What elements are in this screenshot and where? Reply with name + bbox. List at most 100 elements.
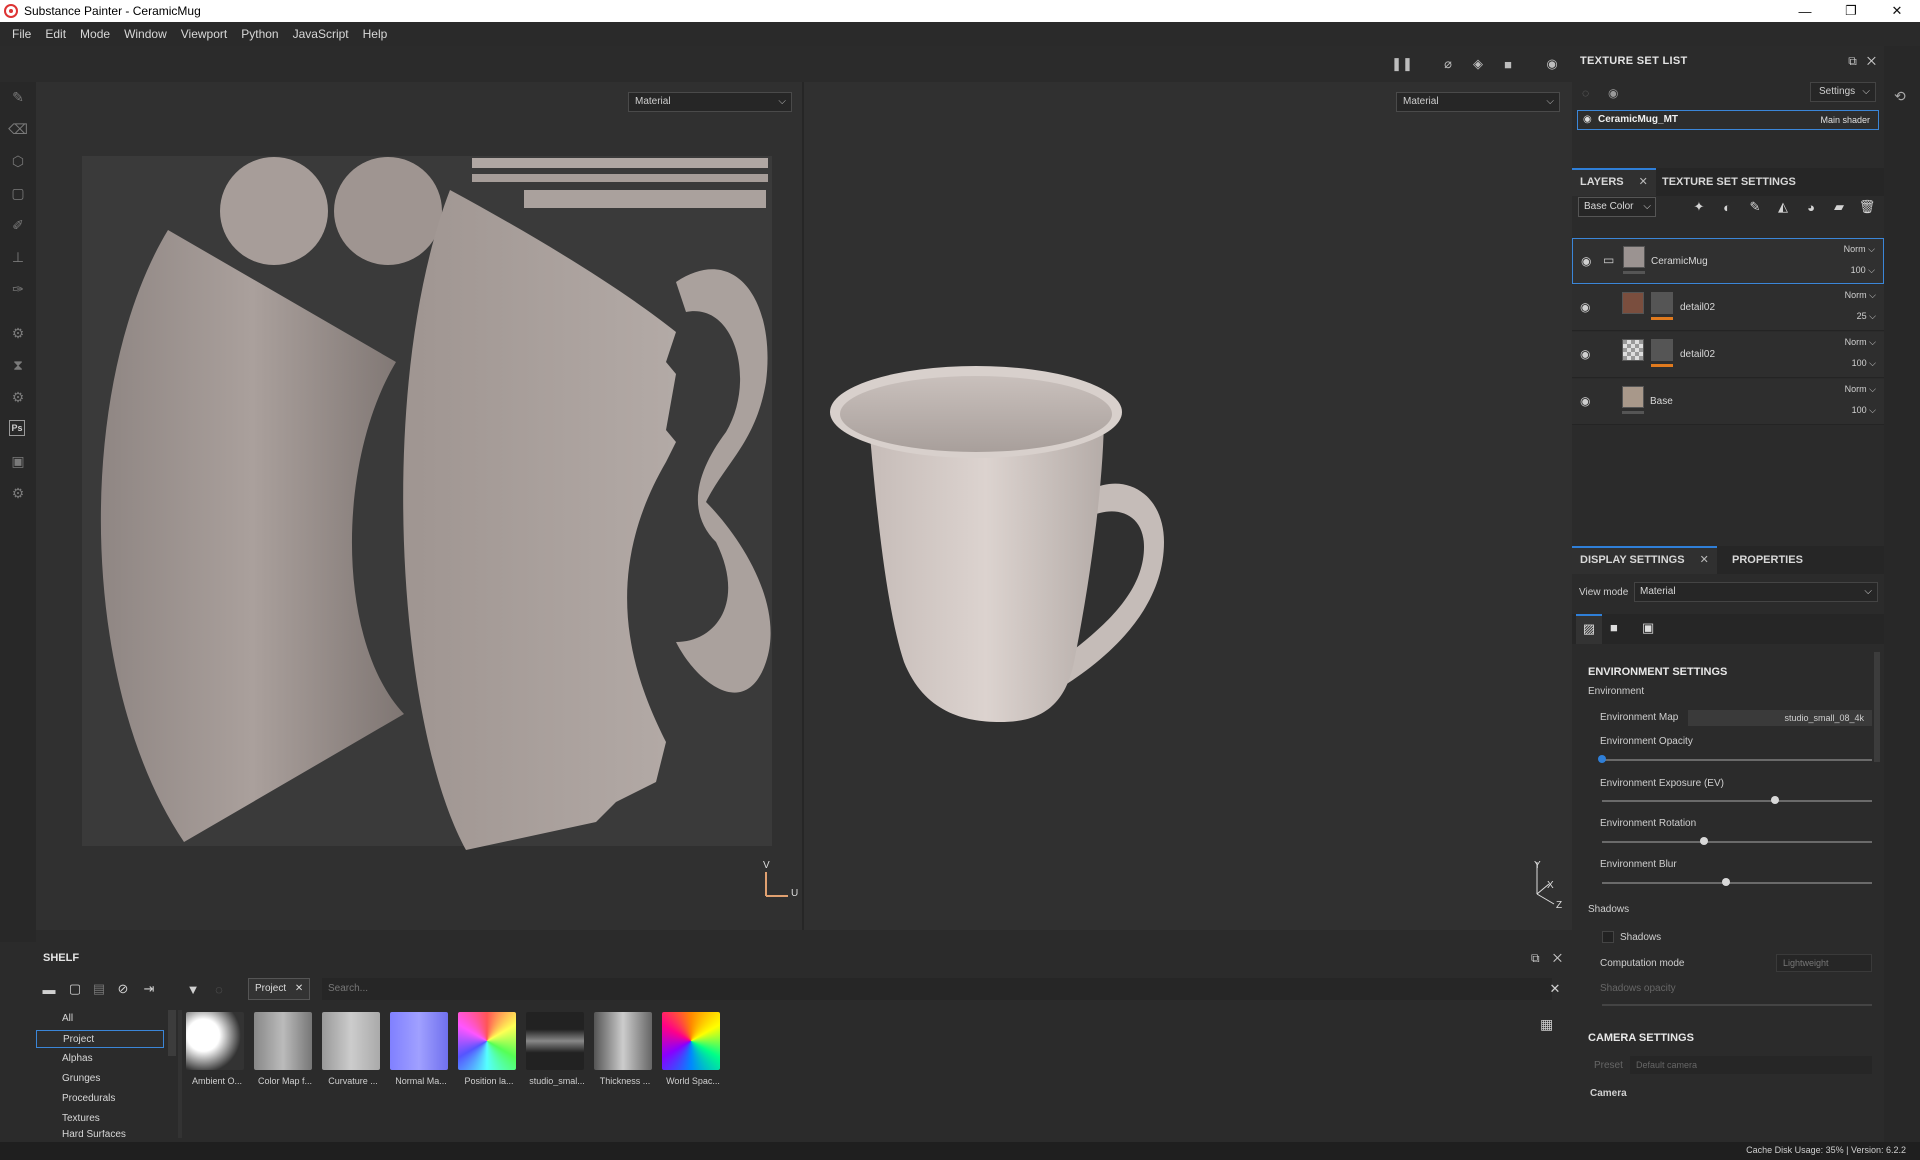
layer-opacity[interactable]: 100 ⌵	[1852, 405, 1876, 416]
display-scrollbar[interactable]	[1874, 652, 1880, 762]
shelf-item[interactable]: Position la...	[458, 1012, 520, 1086]
minimize-button[interactable]: —	[1782, 0, 1828, 22]
shelf-category-all[interactable]: All	[36, 1010, 164, 1028]
layer-blend-mode[interactable]: Norm ⌵	[1844, 244, 1875, 255]
environment-opacity-knob[interactable]	[1598, 755, 1606, 763]
import-icon[interactable]: ▤	[90, 980, 108, 998]
eye-icon[interactable]: ◉	[1608, 86, 1618, 100]
shelf-item[interactable]: Curvature ...	[322, 1012, 384, 1086]
menu-mode[interactable]: Mode	[73, 27, 117, 41]
filter-icon[interactable]: ▼	[184, 980, 202, 998]
close-icon[interactable]: ✕	[1639, 176, 1648, 188]
shadows-opacity-slider[interactable]	[1602, 1004, 1872, 1006]
environment-exposure-slider[interactable]	[1602, 800, 1872, 802]
clear-search-icon[interactable]: ✕	[1546, 980, 1564, 998]
close-icon[interactable]: ✕	[295, 983, 303, 994]
export-icon[interactable]: ⇥	[140, 980, 158, 998]
environment-subtab-icon[interactable]: ▨	[1576, 614, 1602, 644]
categories-scrollbar[interactable]	[168, 1010, 176, 1056]
layer-opacity[interactable]: 100 ⌵	[1851, 265, 1875, 276]
hide-icon[interactable]: ⊘	[114, 980, 132, 998]
texture-set-shader[interactable]: Main shader	[1820, 115, 1870, 125]
layer-blend-mode[interactable]: Norm ⌵	[1845, 290, 1876, 301]
photoshop-export-icon[interactable]: Ps	[9, 420, 25, 436]
shelf-item[interactable]: studio_smal...	[526, 1012, 588, 1086]
menu-edit[interactable]: Edit	[38, 27, 73, 41]
shelf-category-procedurals[interactable]: Procedurals	[36, 1090, 164, 1108]
plugin-settings-icon[interactable]: ⚙	[9, 484, 27, 502]
environment-rotation-slider[interactable]	[1602, 841, 1872, 843]
environment-blur-slider[interactable]	[1602, 882, 1872, 884]
shelf-category-project[interactable]: Project	[36, 1030, 164, 1048]
menu-viewport[interactable]: Viewport	[174, 27, 234, 41]
hide-icon[interactable]: ◌	[1582, 86, 1589, 100]
project-filter-chip[interactable]: Project ✕	[248, 978, 311, 1000]
new-resource-icon[interactable]: ▢	[66, 980, 84, 998]
layer-row[interactable]: ◉ detail02 Norm ⌵ 100 ⌵	[1572, 332, 1884, 378]
pause-icon[interactable]: ❚❚	[1391, 56, 1413, 72]
refresh-icon[interactable]: ◌	[210, 980, 228, 998]
hourglass-icon[interactable]: ⧗	[9, 356, 27, 374]
shelf-category-grunges[interactable]: Grunges	[36, 1070, 164, 1088]
shelf-item[interactable]: Ambient O...	[186, 1012, 248, 1086]
environment-exposure-knob[interactable]	[1771, 796, 1779, 804]
shelf-category-textures[interactable]: Textures	[36, 1110, 164, 1128]
paint-brush-icon[interactable]: ✎	[9, 88, 27, 106]
display-mode-icon[interactable]: ◈	[1470, 56, 1486, 72]
shelf-category-alphas[interactable]: Alphas	[36, 1050, 164, 1068]
viewport-subtab-icon[interactable]: ▣	[1642, 620, 1654, 636]
computation-mode-select[interactable]: Lightweight	[1776, 954, 1872, 972]
environment-map-field[interactable]: studio_small_08_4k	[1688, 710, 1872, 726]
close-icon[interactable]: ✕	[1700, 554, 1709, 566]
add-mask-icon[interactable]: ◐	[1718, 198, 1736, 216]
menu-help[interactable]: Help	[356, 27, 395, 41]
shadows-checkbox[interactable]	[1602, 931, 1614, 943]
delete-layer-icon[interactable]: 🗑	[1858, 198, 1876, 216]
tab-display-settings[interactable]: DISPLAY SETTINGS ✕	[1572, 546, 1717, 574]
add-folder-icon[interactable]: ▰	[1830, 198, 1848, 216]
camera-preset-input[interactable]: Default camera	[1630, 1056, 1872, 1074]
menu-javascript[interactable]: JavaScript	[286, 27, 356, 41]
material-picker-icon[interactable]: ⚙	[9, 388, 27, 406]
maximize-button[interactable]: ❐	[1828, 0, 1874, 22]
layer-row[interactable]: ◉ Base Norm ⌵ 100 ⌵	[1572, 379, 1884, 425]
projection-icon[interactable]: ⬡	[9, 152, 27, 170]
smudge-icon[interactable]: ✐	[9, 216, 27, 234]
texture-set-settings-dropdown[interactable]: Settings ⌵	[1810, 82, 1876, 102]
layer-row[interactable]: ◉ ▭ CeramicMug Norm ⌵ 100 ⌵	[1572, 238, 1884, 284]
folder-icon[interactable]: ▬	[40, 980, 58, 998]
tab-properties[interactable]: PROPERTIES	[1724, 546, 1811, 574]
geometry-mask-icon[interactable]: ▢	[9, 184, 27, 202]
layer-opacity[interactable]: 100 ⌵	[1852, 358, 1876, 369]
history-icon[interactable]: ⟲	[1894, 88, 1906, 105]
shelf-item[interactable]: Color Map f...	[254, 1012, 316, 1086]
layer-blend-mode[interactable]: Norm ⌵	[1845, 337, 1876, 348]
color-picker-icon[interactable]: ✑	[9, 280, 27, 298]
view-mode-select[interactable]: Material ⌵	[1634, 582, 1878, 602]
shelf-item[interactable]: Thickness ...	[594, 1012, 656, 1086]
environment-blur-knob[interactable]	[1722, 878, 1730, 886]
layer-opacity[interactable]: 25 ⌵	[1857, 311, 1876, 322]
camera-subtab-icon[interactable]: ■	[1610, 620, 1618, 635]
grid-view-icon[interactable]: ▦	[1540, 1016, 1553, 1033]
image-export-icon[interactable]: ▣	[9, 452, 27, 470]
layer-row[interactable]: ◉ detail02 Norm ⌵ 25 ⌵	[1572, 285, 1884, 331]
panel-float-close-icons[interactable]: ⧉ ✕	[1848, 54, 1876, 69]
add-smart-material-icon[interactable]: ◕	[1802, 198, 1820, 216]
menu-python[interactable]: Python	[234, 27, 285, 41]
shelf-category-hard-surfaces[interactable]: Hard Surfaces	[36, 1130, 164, 1140]
layer-blend-mode[interactable]: Norm ⌵	[1845, 384, 1876, 395]
3d-viewport[interactable]: Material ⌵ Y X Z	[804, 82, 1572, 930]
clone-stamp-icon[interactable]: ⊥	[9, 248, 27, 266]
add-fill-layer-icon[interactable]: ◭	[1774, 198, 1792, 216]
uv-2d-viewport[interactable]: Material ⌵ V U	[36, 82, 802, 930]
menu-window[interactable]: Window	[117, 27, 174, 41]
panel-float-close-icons[interactable]: ⧉ ✕	[1531, 951, 1562, 966]
environment-opacity-slider[interactable]	[1602, 759, 1872, 761]
close-button[interactable]: ✕	[1874, 0, 1920, 22]
eye-icon[interactable]: ◉	[1580, 300, 1590, 314]
screenshot-icon[interactable]: ◉	[1544, 56, 1560, 72]
eye-icon[interactable]: ◉	[1583, 114, 1592, 125]
add-paint-layer-icon[interactable]: ✎	[1746, 198, 1764, 216]
eye-icon[interactable]: ◉	[1580, 394, 1590, 408]
